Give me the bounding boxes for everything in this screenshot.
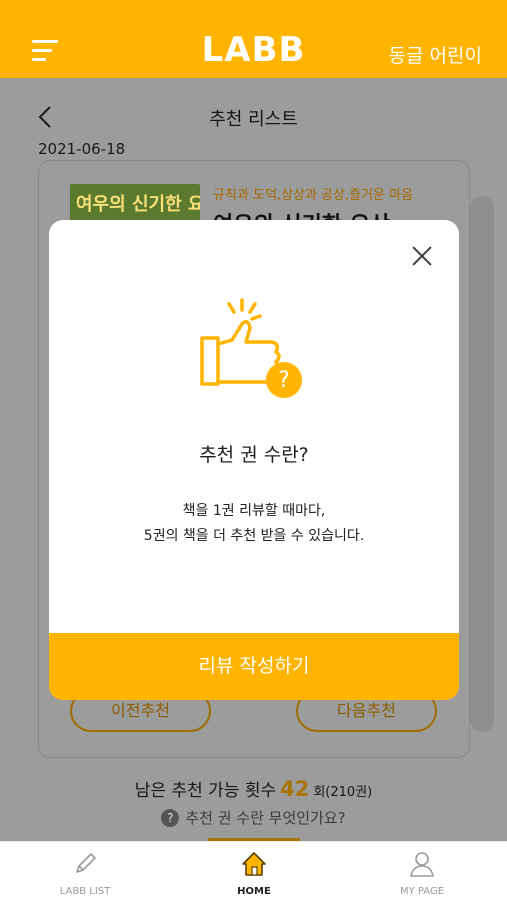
person-icon bbox=[410, 852, 434, 877]
home-icon bbox=[242, 852, 266, 876]
modal-title: 추천 권 수란? bbox=[199, 444, 309, 466]
help-link[interactable]: ? 추천 권 수란 무엇인가요? bbox=[0, 807, 507, 828]
close-icon[interactable] bbox=[410, 244, 434, 268]
next-card-edge bbox=[470, 196, 494, 732]
nav-my-page[interactable]: MY PAGE bbox=[362, 842, 482, 901]
modal-description-line1: 책을 1권 리뷰할 때마다, bbox=[182, 503, 326, 519]
svg-text:?: ? bbox=[278, 368, 290, 393]
write-review-button[interactable]: 리뷰 작성하기 bbox=[49, 633, 459, 700]
bottom-nav: LABB LIST HOME MY PAGE bbox=[0, 841, 507, 901]
book-tags: 규칙과 도덕,상상과 공상,즐거운 마음 bbox=[213, 188, 414, 203]
remaining-count: 42 bbox=[280, 777, 310, 801]
nav-home[interactable]: HOME bbox=[194, 842, 314, 901]
user-name[interactable]: 동글 어린이 bbox=[389, 41, 482, 68]
recommend-date: 2021-06-18 bbox=[38, 140, 126, 158]
pencil-icon bbox=[76, 853, 96, 873]
help-text: 추천 권 수란 무엇인가요? bbox=[185, 809, 346, 827]
book-cover-title: 여우의 신기한 요산 bbox=[76, 194, 200, 215]
remaining-count-row: 남은 추천 가능 횟수 42 회(210권) bbox=[0, 776, 507, 801]
remaining-unit: 회(210권) bbox=[313, 785, 373, 800]
nav-label: MY PAGE bbox=[399, 886, 445, 897]
page-title: 추천 리스트 bbox=[209, 109, 298, 130]
nav-labb-list[interactable]: LABB LIST bbox=[25, 842, 145, 901]
thumbs-up-question-icon: ? bbox=[200, 298, 302, 398]
nav-label: LABB LIST bbox=[59, 886, 111, 897]
nav-label: HOME bbox=[237, 886, 271, 897]
remaining-label: 남은 추천 가능 횟수 bbox=[134, 781, 277, 801]
question-icon: ? bbox=[161, 809, 180, 827]
modal-description-line2: 5권의 책을 더 추천 받을 수 있습니다. bbox=[143, 528, 365, 544]
